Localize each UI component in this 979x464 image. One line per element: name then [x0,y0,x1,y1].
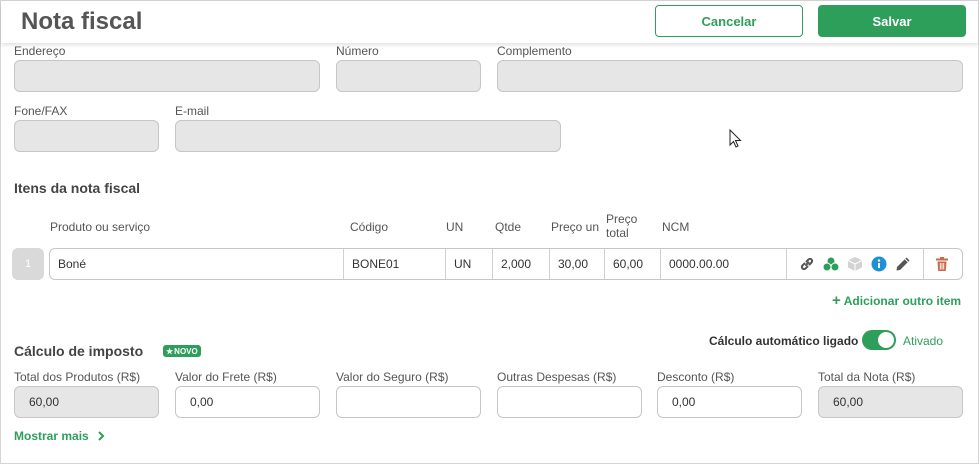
header-preco-total-line1: Preço [606,212,638,226]
header-bar: Nota fiscal Cancelar Salvar [1,1,978,43]
total-nota-field: 60,00 [818,386,963,418]
auto-calc-state: Ativado [903,334,944,348]
coins-icon[interactable] [821,254,841,274]
info-icon[interactable] [869,254,889,274]
numero-field[interactable] [336,60,481,92]
pencil-icon[interactable] [893,254,913,274]
preco-un-cell[interactable]: 30,00 [550,249,605,279]
frete-label: Valor do Frete (R$) [175,370,277,384]
add-item-label: Adicionar outro item [843,294,962,308]
codigo-cell[interactable]: BONE01 [344,249,446,279]
add-item-link[interactable]: + Adicionar outro item [832,292,961,309]
seguro-label: Valor do Seguro (R$) [336,370,449,384]
seguro-input[interactable] [336,386,481,418]
email-label: E-mail [175,104,210,118]
outras-despesas-input[interactable] [497,386,642,418]
header-qtde: Qtde [495,220,522,234]
page-title: Nota fiscal [21,8,143,35]
save-button[interactable]: Salvar [818,5,966,37]
toggle-knob [878,332,894,348]
auto-calc-label: Cálculo automático ligado [709,334,859,348]
header-codigo: Código [350,220,389,234]
chevron-right-icon [97,431,105,441]
auto-calc-toggle[interactable] [862,330,896,350]
mouse-cursor-icon [729,129,742,148]
qtde-cell[interactable]: 2,000 [493,249,550,279]
items-section-title: Itens da nota fiscal [14,180,141,196]
cancel-button[interactable]: Cancelar [655,5,803,37]
frete-input[interactable]: 0,00 [175,386,320,418]
outras-despesas-label: Outras Despesas (R$) [497,370,617,384]
header-preco-total-line2: total [606,226,629,240]
un-cell[interactable]: UN [446,249,493,279]
desconto-input[interactable]: 0,00 [657,386,802,418]
box-icon[interactable] [845,254,865,274]
badge-label: NOVO [174,346,198,356]
show-more-link[interactable]: Mostrar mais [14,429,105,443]
header-preco-total: Preço total [606,212,637,240]
row-number: 1 [12,248,44,280]
complemento-field[interactable] [497,60,963,92]
fone-field[interactable] [14,120,159,152]
star-icon: ★ [166,346,174,356]
table-row: Boné BONE01 UN 2,000 30,00 60,00 0000.00… [49,248,963,280]
show-more-label: Mostrar mais [14,429,89,443]
trash-icon[interactable] [932,254,952,274]
fone-label: Fone/FAX [14,104,68,118]
header-preco-un: Preço un [551,220,600,234]
endereco-field[interactable] [14,60,320,92]
total-produtos-field: 60,00 [14,386,159,418]
produto-cell[interactable]: Boné [50,249,344,279]
endereco-label: Endereço [14,44,66,58]
plus-icon: + [832,292,841,309]
header-produto: Produto ou serviço [50,220,151,234]
complemento-label: Complemento [497,44,572,58]
tax-section-title: Cálculo de imposto [14,343,144,359]
desconto-label: Desconto (R$) [657,370,735,384]
header-ncm: NCM [662,220,690,234]
email-field[interactable] [175,120,561,152]
link-icon[interactable] [797,254,817,274]
new-badge: ★ NOVO [163,345,201,357]
header-un: UN [446,220,464,234]
preco-total-cell[interactable]: 60,00 [605,249,661,279]
total-produtos-label: Total dos Produtos (R$) [14,370,141,384]
total-nota-label: Total da Nota (R$) [818,370,916,384]
numero-label: Número [336,44,379,58]
ncm-cell[interactable]: 0000.00.00 [661,249,787,279]
